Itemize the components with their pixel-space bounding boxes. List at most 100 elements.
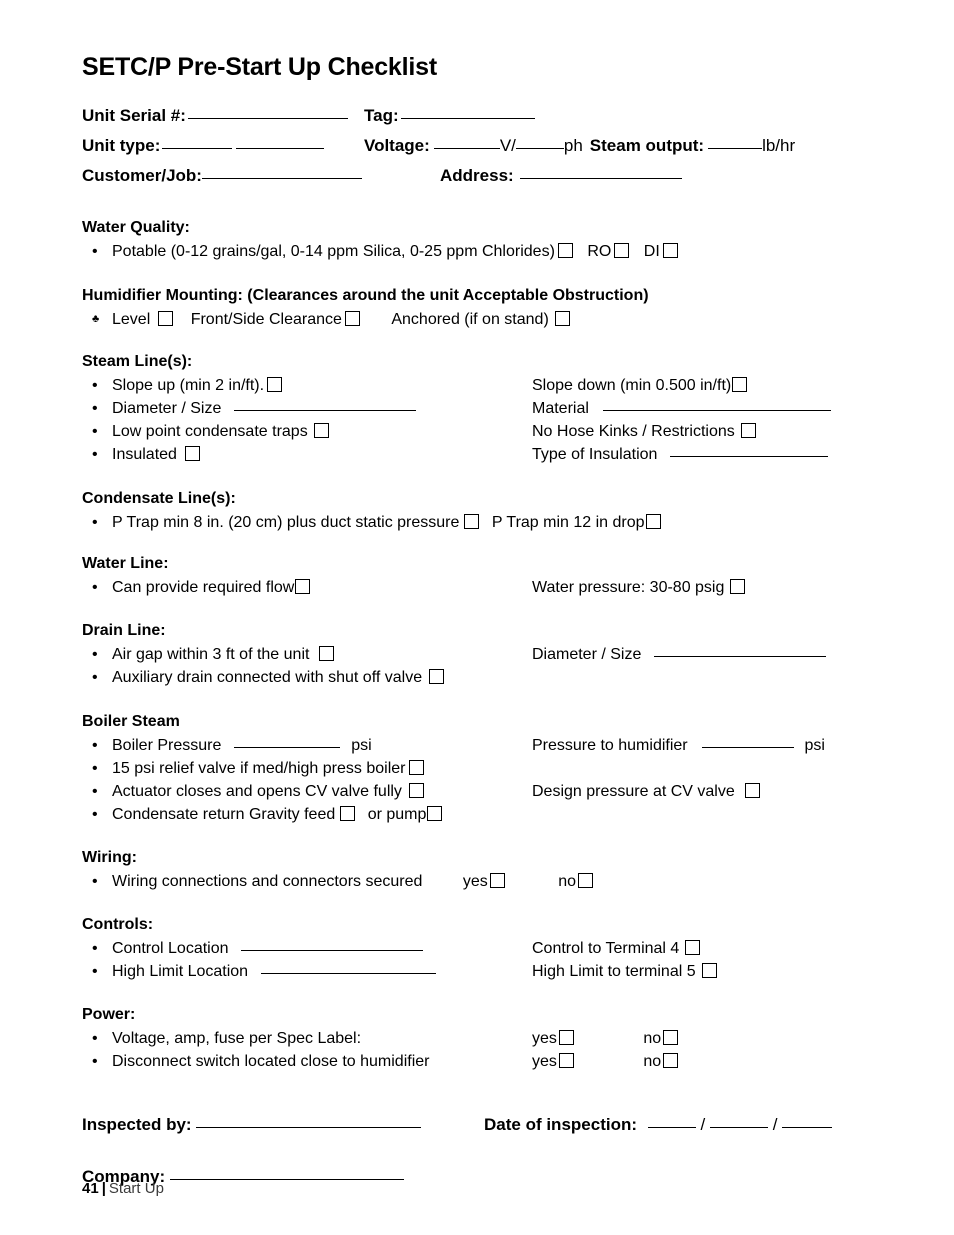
checkbox-slope-up[interactable] xyxy=(267,376,283,392)
checkbox-ro[interactable] xyxy=(614,242,630,258)
checkbox-control-terminal-4[interactable] xyxy=(685,939,701,955)
type-insulation-label: Type of Insulation xyxy=(532,445,658,463)
checkbox-disconnect-no[interactable] xyxy=(663,1052,679,1068)
checkbox-gravity-feed[interactable] xyxy=(340,805,356,821)
steam-output-input[interactable] xyxy=(708,147,763,149)
pressure-to-humidifier-label: Pressure to humidifier xyxy=(532,736,688,754)
drain-diameter-input[interactable] xyxy=(653,655,826,657)
checkbox-potable[interactable] xyxy=(557,242,573,258)
checkbox-water-pressure[interactable] xyxy=(730,578,746,594)
row-disconnect-switch: • Disconnect switch located close to hum… xyxy=(82,1050,882,1073)
checkbox-high-limit-terminal-5[interactable] xyxy=(701,962,717,978)
customer-job-input[interactable] xyxy=(201,177,362,179)
material-input[interactable] xyxy=(603,409,832,411)
bullet-icon: • xyxy=(92,1029,98,1047)
steam-output-label: Steam output: xyxy=(589,135,705,155)
section-controls: Controls: • Control Location Control to … xyxy=(82,915,882,983)
unit-type-input-1[interactable] xyxy=(162,147,233,149)
bullet-icon: • xyxy=(92,939,98,957)
date-year-input[interactable] xyxy=(782,1126,833,1128)
p-trap-12in-label: P Trap min 12 in drop xyxy=(491,513,645,531)
header-row-customer-address: Customer/Job: Address: xyxy=(82,166,882,196)
bullet-icon: • xyxy=(92,962,98,980)
page-footer: 41 | Start Up xyxy=(82,1180,164,1197)
row-high-limit-location: • High Limit Location High Limit to term… xyxy=(82,960,882,983)
checkbox-design-pressure[interactable] xyxy=(744,782,760,798)
spec-no-label: no xyxy=(643,1029,662,1047)
checkbox-air-gap[interactable] xyxy=(319,645,335,661)
di-label: DI xyxy=(643,242,660,260)
bullet-icon: • xyxy=(92,645,98,663)
checkbox-disconnect-yes[interactable] xyxy=(558,1052,574,1068)
no-hose-kinks-group: No Hose Kinks / Restrictions xyxy=(532,420,759,443)
checkbox-spec-no[interactable] xyxy=(663,1029,679,1045)
checkbox-di[interactable] xyxy=(662,242,678,258)
checkbox-wiring-yes[interactable] xyxy=(489,872,505,888)
voltage-label: Voltage: xyxy=(364,135,430,155)
checkbox-p-trap-12in[interactable] xyxy=(645,513,661,529)
pressure-to-humidifier-unit: psi xyxy=(804,736,825,754)
required-flow-label: Can provide required flow xyxy=(112,578,295,596)
control-location-input[interactable] xyxy=(240,949,423,951)
header-row-type-voltage: Unit type: Voltage: V/ ph Steam output: … xyxy=(82,136,882,166)
checkbox-no-hose-kinks[interactable] xyxy=(740,422,756,438)
checkbox-anchored[interactable] xyxy=(554,310,570,326)
phase-input[interactable] xyxy=(515,147,564,149)
section-heading-water-quality: Water Quality: xyxy=(82,218,190,236)
section-water-line: Water Line: • Can provide required flow … xyxy=(82,554,882,599)
page-title: SETC/P Pre-Start Up Checklist xyxy=(82,53,437,81)
address-input[interactable] xyxy=(519,177,682,179)
p-trap-8in-label: P Trap min 8 in. (20 cm) plus duct stati… xyxy=(112,513,460,531)
checkbox-required-flow[interactable] xyxy=(295,578,311,594)
drain-diameter-group: Diameter / Size xyxy=(532,643,828,666)
high-limit-location-input[interactable] xyxy=(260,972,436,974)
auxiliary-drain-label: Auxiliary drain connected with shut off … xyxy=(112,668,423,686)
control-location-label: Control Location xyxy=(112,939,229,957)
bullet-icon: • xyxy=(92,513,98,531)
checkbox-auxiliary-drain[interactable] xyxy=(429,668,445,684)
boiler-pressure-input[interactable] xyxy=(233,746,340,748)
checkbox-low-point-traps[interactable] xyxy=(313,422,329,438)
unit-type-input-2[interactable] xyxy=(236,147,325,149)
checkbox-p-trap-8in[interactable] xyxy=(464,513,480,529)
actuator-group: Actuator closes and opens CV valve fully xyxy=(112,780,427,803)
diameter-size-input[interactable] xyxy=(233,409,416,411)
row-mounting-content: Level Front/Side Clearance Anchored (if … xyxy=(112,308,573,331)
row-water-flow: • Can provide required flow Water pressu… xyxy=(82,576,882,599)
date-of-inspection-label: Date of inspection: xyxy=(484,1114,638,1134)
drain-diameter-label: Diameter / Size xyxy=(532,645,642,663)
checkbox-spec-yes[interactable] xyxy=(558,1029,574,1045)
insulated-group: Insulated xyxy=(112,443,203,466)
checkbox-insulated[interactable] xyxy=(184,445,200,461)
section-heading-humidifier-mounting: Humidifier Mounting: (Clearances around … xyxy=(82,286,649,304)
inspected-by-input[interactable] xyxy=(196,1126,422,1128)
unit-serial-input[interactable] xyxy=(187,117,348,119)
header-row-serial-tag: Unit Serial #: Tag: xyxy=(82,106,882,136)
unit-serial-label: Unit Serial #: xyxy=(82,105,186,125)
row-p-trap: • P Trap min 8 in. (20 cm) plus duct sta… xyxy=(82,511,882,534)
checkbox-actuator[interactable] xyxy=(408,782,424,798)
checkbox-slope-down[interactable] xyxy=(732,376,748,392)
checkbox-front-side-clearance[interactable] xyxy=(344,310,360,326)
tag-input[interactable] xyxy=(400,117,535,119)
checkbox-level[interactable] xyxy=(158,310,174,326)
date-month-input[interactable] xyxy=(647,1126,696,1128)
condensate-return-label: Condensate return Gravity feed xyxy=(112,805,336,823)
company-input[interactable] xyxy=(169,1178,404,1180)
voltage-input[interactable] xyxy=(433,147,500,149)
row-diameter-material: • Diameter / Size Material xyxy=(82,397,882,420)
water-pressure-label: Water pressure: 30-80 psig xyxy=(532,578,725,596)
section-heading-wiring: Wiring: xyxy=(82,848,137,866)
high-limit-terminal-group: High Limit to terminal 5 xyxy=(532,960,720,983)
checkbox-wiring-no[interactable] xyxy=(578,872,593,888)
control-terminal-group: Control to Terminal 4 xyxy=(532,937,703,960)
section-power: Power: • Voltage, amp, fuse per Spec Lab… xyxy=(82,1005,882,1073)
disconnect-switch-yesno: yes no xyxy=(532,1050,681,1073)
pressure-to-humidifier-input[interactable] xyxy=(702,746,795,748)
bullet-icon: • xyxy=(92,1052,98,1070)
date-day-input[interactable] xyxy=(709,1126,768,1128)
type-insulation-input[interactable] xyxy=(669,455,828,457)
checkbox-pump[interactable] xyxy=(427,805,443,821)
checkbox-relief-valve[interactable] xyxy=(409,759,425,775)
customer-job-label: Customer/Job: xyxy=(82,165,202,185)
